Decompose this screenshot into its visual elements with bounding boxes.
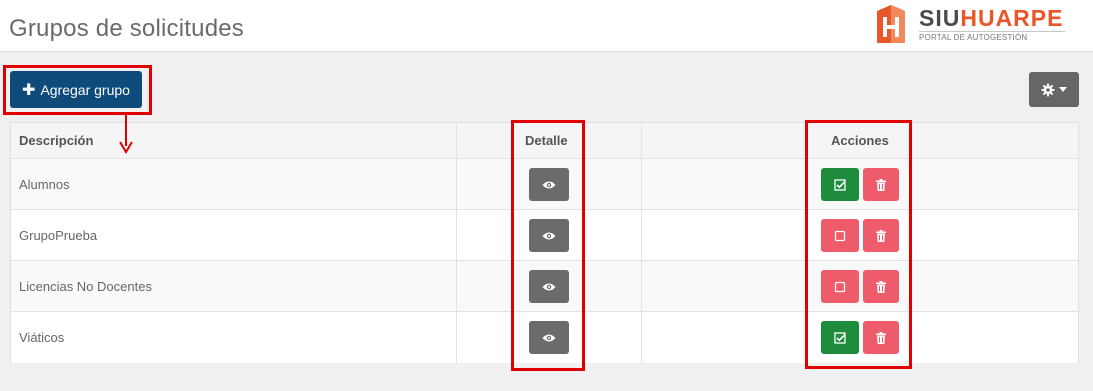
checked-box-icon <box>834 331 846 344</box>
table-header-row: Descripción Detalle Acciones <box>11 123 1078 159</box>
column-header-actions: Acciones <box>831 133 889 148</box>
gear-icon <box>1041 83 1055 96</box>
table-row: Alumnos <box>11 159 1078 210</box>
logo-word-siu: SIU <box>919 5 961 31</box>
view-detail-button[interactable] <box>529 270 569 303</box>
row-description: GrupoPrueba <box>19 228 98 243</box>
row-description: Licencias No Docentes <box>19 279 152 294</box>
add-group-button[interactable]: ✚ Agregar grupo <box>10 71 142 108</box>
delete-button[interactable] <box>863 168 899 201</box>
column-header-description: Descripción <box>19 133 94 148</box>
page-header: Grupos de solicitudes SIUHUARPE PORTAL D… <box>0 0 1093 52</box>
view-detail-button[interactable] <box>529 168 569 201</box>
toggle-active-button[interactable] <box>821 168 859 201</box>
table-row: GrupoPrueba <box>11 210 1078 261</box>
toggle-active-button[interactable] <box>821 219 859 252</box>
table-row: Viáticos <box>11 312 1078 363</box>
row-description: Alumnos <box>19 177 70 192</box>
caret-down-icon <box>1059 87 1067 92</box>
delete-button[interactable] <box>863 219 899 252</box>
view-detail-button[interactable] <box>529 321 569 354</box>
eye-icon <box>542 232 556 239</box>
eye-icon <box>542 334 556 341</box>
trash-icon <box>876 280 886 293</box>
plus-icon: ✚ <box>22 81 36 99</box>
siu-huarpe-logo: SIUHUARPE PORTAL DE AUTOGESTIÓN <box>871 3 1071 47</box>
delete-button[interactable] <box>863 270 899 303</box>
column-divider <box>641 123 642 364</box>
toggle-active-button[interactable] <box>821 321 859 354</box>
table-row: Licencias No Docentes <box>11 261 1078 312</box>
page-title: Grupos de solicitudes <box>9 15 244 42</box>
groups-table: Descripción Detalle Acciones Alumnos Gru… <box>10 122 1079 364</box>
delete-button[interactable] <box>863 321 899 354</box>
column-header-detail: Detalle <box>525 133 568 148</box>
view-detail-button[interactable] <box>529 219 569 252</box>
row-description: Viáticos <box>19 330 65 345</box>
logo-divider <box>919 31 1065 32</box>
toggle-active-button[interactable] <box>821 270 859 303</box>
logo-mark-icon <box>877 5 905 43</box>
checked-box-icon <box>834 178 846 191</box>
trash-icon <box>876 331 886 344</box>
unchecked-box-icon <box>834 230 846 241</box>
red-arrow-icon <box>119 114 133 154</box>
column-divider <box>456 123 457 364</box>
eye-icon <box>542 181 556 188</box>
trash-icon <box>876 178 886 191</box>
trash-icon <box>876 229 886 242</box>
add-group-label: Agregar grupo <box>40 81 130 98</box>
logo-wordmark: SIUHUARPE <box>919 5 1063 31</box>
logo-word-huarpe: HUARPE <box>960 5 1064 31</box>
settings-dropdown-button[interactable] <box>1029 72 1079 107</box>
eye-icon <box>542 283 556 290</box>
logo-subtitle: PORTAL DE AUTOGESTIÓN <box>919 33 1028 42</box>
unchecked-box-icon <box>834 281 846 292</box>
